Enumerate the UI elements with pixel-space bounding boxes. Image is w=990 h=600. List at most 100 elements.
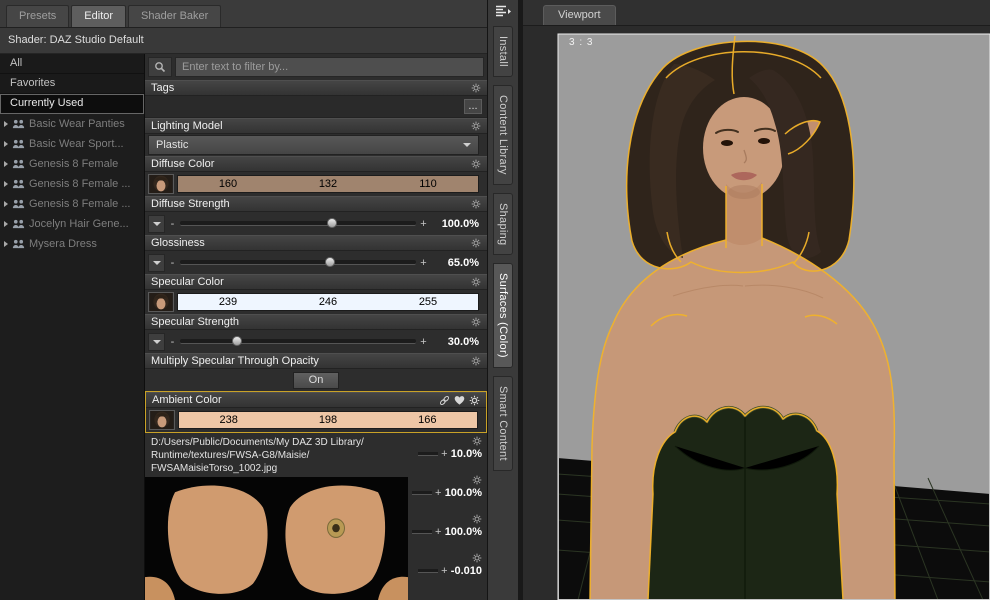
- tags-label: Tags: [151, 82, 175, 94]
- tree-item[interactable]: Jocelyn Hair Gene...: [0, 214, 144, 234]
- expand-arrow-icon[interactable]: [4, 121, 8, 127]
- gear-icon[interactable]: [471, 159, 481, 169]
- expand-arrow-icon[interactable]: [4, 201, 8, 207]
- gear-icon[interactable]: [472, 514, 482, 524]
- gear-icon[interactable]: [471, 356, 481, 366]
- mini-slider[interactable]: [411, 530, 432, 534]
- diffuse-color-swatch[interactable]: 160 132 110: [177, 175, 479, 193]
- filter-favorites[interactable]: Favorites: [0, 74, 144, 94]
- texture-thumbnail[interactable]: [148, 174, 174, 194]
- slider-minus[interactable]: -: [169, 218, 176, 230]
- tree-item-label: Basic Wear Panties: [29, 118, 125, 130]
- glossiness-slider[interactable]: [180, 257, 416, 267]
- texture-preview[interactable]: [145, 477, 408, 600]
- expand-arrow-icon[interactable]: [4, 241, 8, 247]
- property-value[interactable]: 100.0%: [445, 526, 482, 538]
- slider-minus[interactable]: -: [169, 336, 176, 348]
- gear-icon[interactable]: [471, 238, 481, 248]
- expand-arrow-icon[interactable]: [4, 181, 8, 187]
- tree-item[interactable]: Basic Wear Sport...: [0, 134, 144, 154]
- ambient-color-swatch[interactable]: 238 198 166: [178, 411, 478, 429]
- expand-arrow-icon[interactable]: [4, 221, 8, 227]
- lighting-model-value: Plastic: [156, 139, 189, 151]
- tab-viewport[interactable]: Viewport: [543, 5, 616, 25]
- tree-item[interactable]: Genesis 8 Female ...: [0, 194, 144, 214]
- specular-strength-slider[interactable]: [180, 336, 416, 346]
- specular-strength-value[interactable]: 30.0%: [431, 336, 479, 348]
- expand-arrow-icon[interactable]: [4, 161, 8, 167]
- glossiness-label: Glossiness: [151, 237, 205, 249]
- color-g-value: 132: [318, 178, 338, 190]
- tags-section-header: Tags: [145, 80, 487, 96]
- tree-item-label: Genesis 8 Female: [29, 158, 119, 170]
- slider-handle[interactable]: [326, 218, 337, 228]
- slider-handle[interactable]: [324, 257, 335, 267]
- slider-plus[interactable]: +: [435, 526, 442, 538]
- diffuse-color-label: Diffuse Color: [151, 158, 215, 170]
- specular-color-swatch[interactable]: 239 246 255: [177, 293, 479, 311]
- specular-color-label: Specular Color: [151, 276, 224, 288]
- diffuse-strength-slider[interactable]: [180, 218, 416, 228]
- slider-options-button[interactable]: [148, 332, 165, 351]
- slider-plus[interactable]: +: [441, 448, 448, 460]
- mini-slider[interactable]: [417, 569, 438, 573]
- tree-item[interactable]: Genesis 8 Female ...: [0, 174, 144, 194]
- slider-minus[interactable]: -: [169, 257, 176, 269]
- dock-tab-surfaces-color[interactable]: Surfaces (Color): [493, 263, 513, 368]
- link-icon[interactable]: [439, 395, 450, 406]
- texture-thumbnail[interactable]: [148, 292, 174, 312]
- expand-arrow-icon[interactable]: [4, 141, 8, 147]
- tree-item[interactable]: Basic Wear Panties: [0, 114, 144, 134]
- tree-item-label: Basic Wear Sport...: [29, 138, 124, 150]
- filter-all[interactable]: All: [0, 54, 144, 74]
- dock-tab-install[interactable]: Install: [493, 26, 513, 77]
- dock-tab-shaping[interactable]: Shaping: [493, 192, 513, 256]
- dock-tab-strip: Install Content Library Shaping Surfaces…: [488, 0, 519, 600]
- surface-property-editor: Tags ... Lighting Model Plastic: [145, 54, 487, 600]
- search-options-button[interactable]: [148, 57, 172, 77]
- mini-slider[interactable]: [411, 491, 432, 495]
- gear-icon[interactable]: [472, 436, 482, 446]
- tags-more-button[interactable]: ...: [464, 99, 482, 114]
- gear-icon[interactable]: [472, 553, 482, 563]
- slider-plus[interactable]: +: [435, 487, 442, 499]
- pane-list-icon[interactable]: [495, 4, 511, 18]
- slider-options-button[interactable]: [148, 214, 165, 233]
- tree-item[interactable]: Genesis 8 Female: [0, 154, 144, 174]
- gear-icon[interactable]: [471, 277, 481, 287]
- filter-currently-used[interactable]: Currently Used: [0, 94, 144, 114]
- slider-plus[interactable]: +: [441, 565, 448, 577]
- tree-item-label: Genesis 8 Female ...: [29, 178, 131, 190]
- gear-icon[interactable]: [471, 199, 481, 209]
- slider-handle[interactable]: [231, 336, 242, 346]
- slider-options-button[interactable]: [148, 253, 165, 272]
- diffuse-strength-value[interactable]: 100.0%: [431, 218, 479, 230]
- multiply-specular-toggle[interactable]: On: [293, 371, 339, 389]
- gear-icon[interactable]: [469, 395, 480, 406]
- tree-item[interactable]: Mysera Dress: [0, 234, 144, 254]
- texture-thumbnail[interactable]: [149, 410, 175, 430]
- tab-editor[interactable]: Editor: [71, 5, 127, 27]
- specular-strength-label: Specular Strength: [151, 316, 240, 328]
- property-value[interactable]: -0.010: [451, 565, 482, 577]
- slider-plus[interactable]: +: [420, 218, 427, 230]
- gear-icon[interactable]: [471, 317, 481, 327]
- heart-favorite-icon[interactable]: [454, 395, 465, 406]
- gear-icon[interactable]: [472, 475, 482, 485]
- glossiness-value[interactable]: 65.0%: [431, 257, 479, 269]
- mini-slider[interactable]: [417, 452, 438, 456]
- slider-plus[interactable]: +: [420, 336, 427, 348]
- dock-tab-content-library[interactable]: Content Library: [493, 84, 513, 185]
- color-r-value: 160: [218, 178, 238, 190]
- dock-tab-smart-content[interactable]: Smart Content: [493, 375, 513, 471]
- gear-icon[interactable]: [471, 83, 481, 93]
- tab-shader-baker[interactable]: Shader Baker: [128, 5, 222, 27]
- filter-input[interactable]: [175, 57, 484, 77]
- property-value[interactable]: 10.0%: [451, 448, 482, 460]
- property-value[interactable]: 100.0%: [445, 487, 482, 499]
- viewport-canvas[interactable]: 3 : 3: [523, 26, 990, 600]
- lighting-model-select[interactable]: Plastic: [148, 135, 479, 155]
- tab-presets[interactable]: Presets: [6, 5, 70, 27]
- gear-icon[interactable]: [471, 121, 481, 131]
- slider-plus[interactable]: +: [420, 257, 427, 269]
